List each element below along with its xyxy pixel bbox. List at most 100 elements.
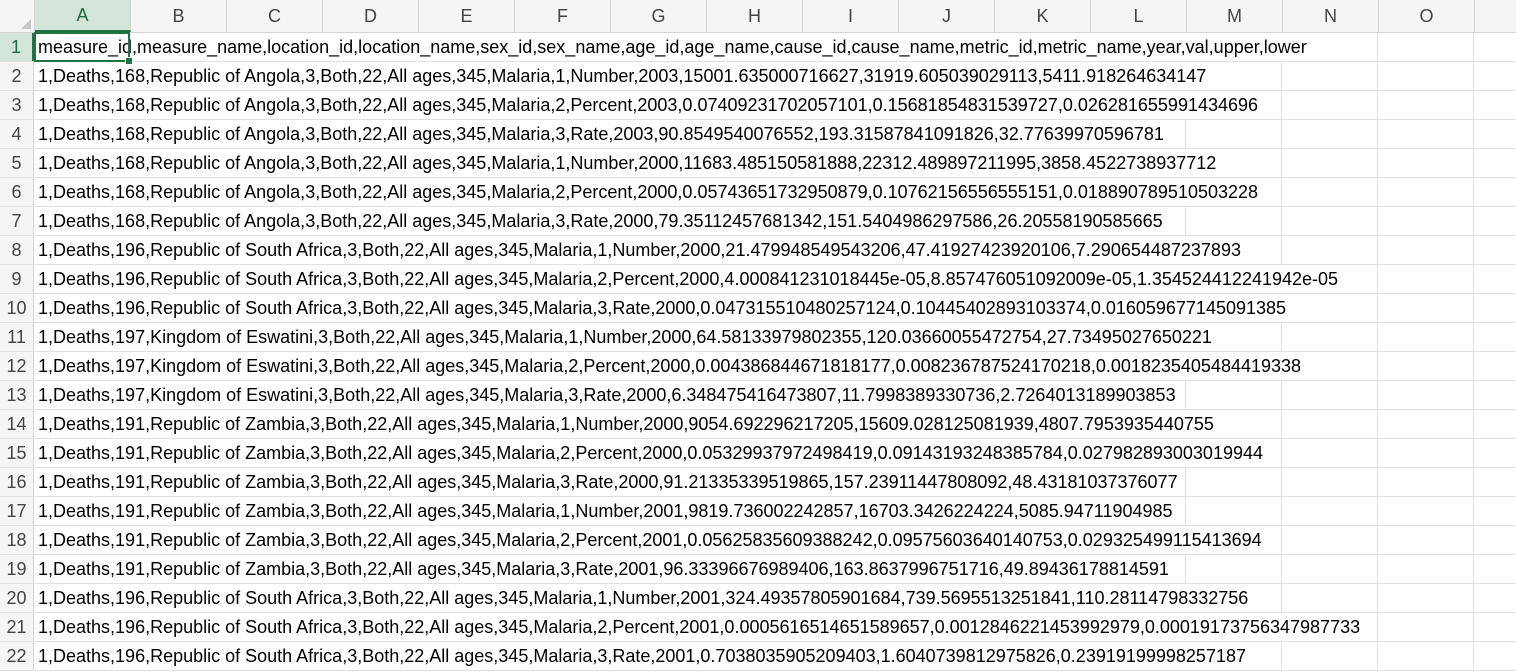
table-row: 6 1,Deaths,168,Republic of Angola,3,Both,…	[0, 178, 1516, 207]
column-header-l[interactable]: L	[1091, 0, 1187, 32]
row-cells[interactable]: 1,Deaths,196,Republic of South Africa,3,…	[34, 613, 1516, 641]
column-header-i[interactable]: I	[803, 0, 899, 32]
row-header[interactable]: 14	[0, 410, 34, 438]
cell-a-value[interactable]: 1,Deaths,168,Republic of Angola,3,Both,2…	[38, 207, 1165, 235]
table-row: 22 1,Deaths,196,Republic of South Africa,…	[0, 642, 1516, 671]
column-headers: ABCDEFGHIJKLMNO	[35, 0, 1475, 32]
table-row: 8 1,Deaths,196,Republic of South Africa,3…	[0, 236, 1516, 265]
cell-a-value[interactable]: 1,Deaths,196,Republic of South Africa,3,…	[38, 584, 1251, 612]
row-header[interactable]: 20	[0, 584, 34, 612]
row-cells[interactable]: 1,Deaths,191,Republic of Zambia,3,Both,2…	[34, 410, 1516, 438]
column-header-n[interactable]: N	[1283, 0, 1379, 32]
row-cells[interactable]: 1,Deaths,191,Republic of Zambia,3,Both,2…	[34, 555, 1516, 583]
row-cells[interactable]: 1,Deaths,168,Republic of Angola,3,Both,2…	[34, 120, 1516, 148]
row-cells[interactable]: 1,Deaths,191,Republic of Zambia,3,Both,2…	[34, 468, 1516, 496]
column-header-o[interactable]: O	[1379, 0, 1475, 32]
row-header[interactable]: 10	[0, 294, 34, 322]
cell-a-value[interactable]: 1,Deaths,191,Republic of Zambia,3,Both,2…	[38, 497, 1175, 525]
cell-a-value[interactable]: 1,Deaths,191,Republic of Zambia,3,Both,2…	[38, 410, 1216, 438]
row-header[interactable]: 19	[0, 555, 34, 583]
row-header[interactable]: 3	[0, 91, 34, 119]
row-header[interactable]: 13	[0, 381, 34, 409]
row-cells[interactable]: 1,Deaths,191,Republic of Zambia,3,Both,2…	[34, 526, 1516, 554]
column-header-b[interactable]: B	[131, 0, 227, 32]
cell-a-value[interactable]: 1,Deaths,191,Republic of Zambia,3,Both,2…	[38, 468, 1180, 496]
cell-a-value[interactable]: 1,Deaths,168,Republic of Angola,3,Both,2…	[38, 120, 1166, 148]
cell-a-value[interactable]: 1,Deaths,196,Republic of South Africa,3,…	[38, 265, 1341, 293]
row-cells[interactable]: 1,Deaths,197,Kingdom of Eswatini,3,Both,…	[34, 323, 1516, 351]
row-header[interactable]: 6	[0, 178, 34, 206]
column-header-c[interactable]: C	[227, 0, 323, 32]
row-cells[interactable]: 1,Deaths,196,Republic of South Africa,3,…	[34, 265, 1516, 293]
table-row: 14 1,Deaths,191,Republic of Zambia,3,Both…	[0, 410, 1516, 439]
column-header-a[interactable]: A	[35, 0, 131, 32]
row-header[interactable]: 5	[0, 149, 34, 177]
table-row: 5 1,Deaths,168,Republic of Angola,3,Both,…	[0, 149, 1516, 178]
row-cells[interactable]: 1,Deaths,168,Republic of Angola,3,Both,2…	[34, 91, 1516, 119]
select-all-corner[interactable]	[0, 0, 35, 32]
table-row: 17 1,Deaths,191,Republic of Zambia,3,Both…	[0, 497, 1516, 526]
cell-a-value[interactable]: 1,Deaths,196,Republic of South Africa,3,…	[38, 613, 1363, 641]
cell-a-value[interactable]: 1,Deaths,168,Republic of Angola,3,Both,2…	[38, 149, 1219, 177]
row-header[interactable]: 8	[0, 236, 34, 264]
row-cells[interactable]: 1,Deaths,196,Republic of South Africa,3,…	[34, 236, 1516, 264]
cell-a-value[interactable]: 1,Deaths,196,Republic of South Africa,3,…	[38, 642, 1248, 670]
spreadsheet: ABCDEFGHIJKLMNO 1 measure_id,measure_name…	[0, 0, 1516, 672]
cell-a-value[interactable]: 1,Deaths,168,Republic of Angola,3,Both,2…	[38, 91, 1261, 119]
row-header[interactable]: 18	[0, 526, 34, 554]
row-cells[interactable]: 1,Deaths,168,Republic of Angola,3,Both,2…	[34, 178, 1516, 206]
column-header-row: ABCDEFGHIJKLMNO	[0, 0, 1516, 33]
column-header-g[interactable]: G	[611, 0, 707, 32]
cell-a-value[interactable]: 1,Deaths,168,Republic of Angola,3,Both,2…	[38, 178, 1261, 206]
row-header[interactable]: 2	[0, 62, 34, 90]
cell-a-value[interactable]: 1,Deaths,191,Republic of Zambia,3,Both,2…	[38, 526, 1264, 554]
column-header-d[interactable]: D	[323, 0, 419, 32]
row-header[interactable]: 16	[0, 468, 34, 496]
cell-a-value[interactable]: 1,Deaths,197,Kingdom of Eswatini,3,Both,…	[38, 323, 1214, 351]
table-row: 12 1,Deaths,197,Kingdom of Eswatini,3,Bot…	[0, 352, 1516, 381]
row-header[interactable]: 21	[0, 613, 34, 641]
row-header[interactable]: 4	[0, 120, 34, 148]
row-cells[interactable]: 1,Deaths,197,Kingdom of Eswatini,3,Both,…	[34, 352, 1516, 380]
cell-a-value[interactable]: 1,Deaths,196,Republic of South Africa,3,…	[38, 236, 1243, 264]
row-cells[interactable]: 1,Deaths,197,Kingdom of Eswatini,3,Both,…	[34, 381, 1516, 409]
column-header-j[interactable]: J	[899, 0, 995, 32]
column-header-m[interactable]: M	[1187, 0, 1283, 32]
row-header[interactable]: 1	[0, 33, 34, 61]
row-cells[interactable]: 1,Deaths,196,Republic of South Africa,3,…	[34, 584, 1516, 612]
row-header[interactable]: 22	[0, 642, 34, 670]
row-header[interactable]: 12	[0, 352, 34, 380]
table-row: 3 1,Deaths,168,Republic of Angola,3,Both,…	[0, 91, 1516, 120]
table-row: 21 1,Deaths,196,Republic of South Africa,…	[0, 613, 1516, 642]
column-header-k[interactable]: K	[995, 0, 1091, 32]
table-row: 1 measure_id,measure_name,location_id,loc…	[0, 33, 1516, 62]
cell-a-value[interactable]: 1,Deaths,191,Republic of Zambia,3,Both,2…	[38, 555, 1171, 583]
table-row: 4 1,Deaths,168,Republic of Angola,3,Both,…	[0, 120, 1516, 149]
column-header-e[interactable]: E	[419, 0, 515, 32]
row-cells[interactable]: 1,Deaths,168,Republic of Angola,3,Both,2…	[34, 207, 1516, 235]
cell-a-value[interactable]: 1,Deaths,196,Republic of South Africa,3,…	[38, 294, 1289, 322]
row-cells[interactable]: 1,Deaths,191,Republic of Zambia,3,Both,2…	[34, 439, 1516, 467]
grid-rows: 1 measure_id,measure_name,location_id,loc…	[0, 33, 1516, 671]
row-cells[interactable]: 1,Deaths,168,Republic of Angola,3,Both,2…	[34, 149, 1516, 177]
row-header[interactable]: 7	[0, 207, 34, 235]
cell-a-value[interactable]: 1,Deaths,197,Kingdom of Eswatini,3,Both,…	[38, 352, 1304, 380]
row-header[interactable]: 11	[0, 323, 34, 351]
cell-a-value[interactable]: 1,Deaths,191,Republic of Zambia,3,Both,2…	[38, 439, 1265, 467]
cell-a-value[interactable]: 1,Deaths,197,Kingdom of Eswatini,3,Both,…	[38, 381, 1178, 409]
cell-a-value[interactable]: measure_id,measure_name,location_id,loca…	[38, 33, 1309, 61]
row-header[interactable]: 9	[0, 265, 34, 293]
table-row: 13 1,Deaths,197,Kingdom of Eswatini,3,Bot…	[0, 381, 1516, 410]
table-row: 19 1,Deaths,191,Republic of Zambia,3,Both…	[0, 555, 1516, 584]
row-header[interactable]: 17	[0, 497, 34, 525]
column-header-f[interactable]: F	[515, 0, 611, 32]
row-cells[interactable]: measure_id,measure_name,location_id,loca…	[34, 33, 1516, 61]
row-cells[interactable]: 1,Deaths,196,Republic of South Africa,3,…	[34, 294, 1516, 322]
row-cells[interactable]: 1,Deaths,168,Republic of Angola,3,Both,2…	[34, 62, 1516, 90]
row-cells[interactable]: 1,Deaths,191,Republic of Zambia,3,Both,2…	[34, 497, 1516, 525]
cell-a-value[interactable]: 1,Deaths,168,Republic of Angola,3,Both,2…	[38, 62, 1209, 90]
row-header[interactable]: 15	[0, 439, 34, 467]
column-header-h[interactable]: H	[707, 0, 803, 32]
table-row: 11 1,Deaths,197,Kingdom of Eswatini,3,Bot…	[0, 323, 1516, 352]
row-cells[interactable]: 1,Deaths,196,Republic of South Africa,3,…	[34, 642, 1516, 670]
